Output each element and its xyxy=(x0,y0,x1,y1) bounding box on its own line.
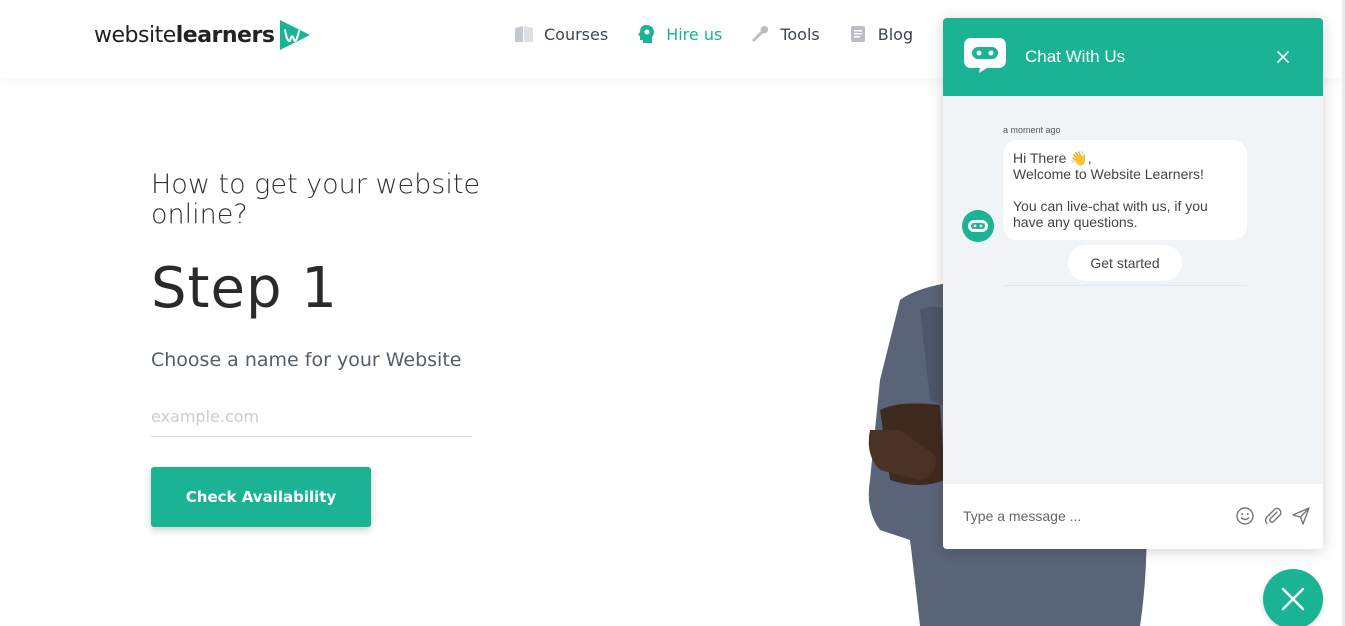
chat-body: a moment ago Hi There 👋, Welcome to Webs… xyxy=(943,96,1323,484)
chat-launcher-close-button[interactable] xyxy=(1263,569,1323,626)
close-icon xyxy=(1281,587,1305,611)
document-icon xyxy=(848,24,868,44)
emoji-icon[interactable] xyxy=(1235,506,1255,526)
close-icon[interactable] xyxy=(1275,49,1291,65)
attachment-icon[interactable] xyxy=(1263,506,1283,526)
chat-input-bar xyxy=(943,484,1323,549)
nav-item-blog[interactable]: Blog xyxy=(848,24,913,44)
get-started-button[interactable]: Get started xyxy=(1068,245,1182,281)
message-divider xyxy=(1003,285,1247,286)
chat-bot-icon xyxy=(964,38,1006,73)
domain-input[interactable] xyxy=(151,397,471,437)
nav-label: Blog xyxy=(877,24,914,44)
bot-face-icon xyxy=(968,220,988,232)
book-icon xyxy=(514,24,534,44)
message-timestamp: a moment ago xyxy=(1003,125,1061,135)
hero-step-title: Step 1 xyxy=(151,256,338,321)
nav-label: Courses xyxy=(544,24,609,44)
chat-title: Chat With Us xyxy=(1025,47,1126,66)
nav-label: Tools xyxy=(780,24,820,44)
message-greeting: Hi There 👋, xyxy=(1013,150,1092,166)
bot-avatar xyxy=(962,210,994,242)
nav-item-courses[interactable]: Courses xyxy=(514,24,608,44)
bot-message-bubble: Hi There 👋, Welcome to Website Learners!… xyxy=(1003,140,1247,240)
logo-mark-icon xyxy=(280,20,311,50)
hero-subtitle: Choose a name for your Website xyxy=(151,349,462,371)
message-info: You can live-chat with us, if you have a… xyxy=(1013,198,1208,230)
lightbulb-head-icon xyxy=(636,24,656,44)
nav-label: Hire us xyxy=(666,24,723,44)
chat-message-input[interactable] xyxy=(963,505,1213,527)
check-availability-button[interactable]: Check Availability xyxy=(151,467,371,527)
wrench-icon xyxy=(750,24,770,44)
chat-widget: Chat With Us a moment ago Hi There 👋, We… xyxy=(943,18,1323,549)
logo-text: websitelearners xyxy=(94,22,275,48)
send-icon[interactable] xyxy=(1291,506,1311,526)
site-logo[interactable]: websitelearners xyxy=(94,18,312,52)
chat-header: Chat With Us xyxy=(943,18,1323,96)
nav-item-hire-us[interactable]: Hire us xyxy=(636,24,722,44)
main-nav: Courses Hire us Tools Blog xyxy=(514,24,999,44)
nav-item-tools[interactable]: Tools xyxy=(750,24,820,44)
hero-section: How to get your website online? Step 1 C… xyxy=(151,170,511,527)
hero-question: How to get your website online? xyxy=(151,169,481,230)
message-welcome: Welcome to Website Learners! xyxy=(1013,166,1204,182)
